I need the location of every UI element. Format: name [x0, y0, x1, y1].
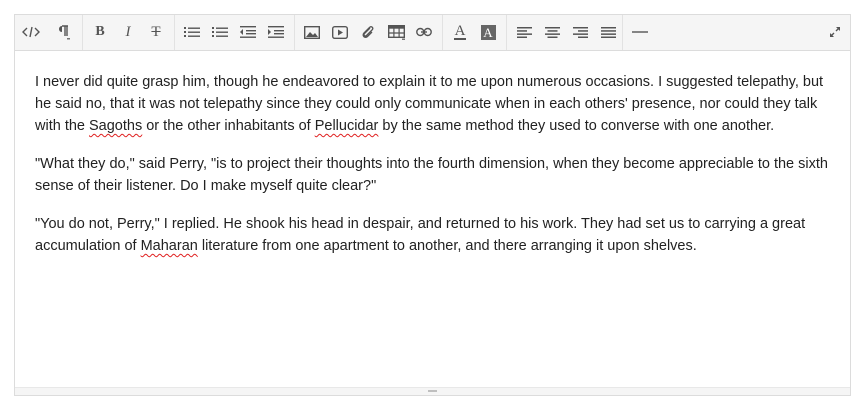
paragraph-text: by the same method they used to converse… — [378, 118, 775, 134]
text-color-icon: A — [453, 23, 467, 40]
paperclip-icon — [362, 25, 374, 38]
indent-button[interactable] — [262, 19, 290, 45]
paragraph: I never did quite grasp him, though he e… — [35, 71, 830, 137]
outdent-button[interactable] — [234, 19, 262, 45]
code-icon — [22, 26, 40, 38]
bullet-list-icon — [184, 27, 200, 37]
background-color-button[interactable]: A — [474, 19, 502, 45]
strikethrough-icon: T — [151, 23, 161, 40]
paragraph-format-button[interactable] — [49, 19, 77, 45]
misspelled-word: Pellucidar — [314, 118, 379, 134]
insert-image-button[interactable] — [298, 19, 326, 45]
resize-grip-icon[interactable] — [428, 390, 437, 392]
unordered-list-button[interactable] — [178, 19, 206, 45]
toolbar-separator — [442, 15, 443, 50]
insert-table-button[interactable] — [382, 19, 410, 45]
paragraph-text: literature from one apartment to another… — [197, 238, 697, 254]
align-left-button[interactable] — [510, 19, 538, 45]
horizontal-rule-icon — [632, 31, 648, 33]
outdent-icon — [240, 26, 256, 38]
toolbar-separator — [294, 15, 295, 50]
paragraph-text: or the other inhabitants of — [142, 118, 315, 134]
paragraph-text: "What they do," said Perry, "is to proje… — [35, 156, 828, 194]
text-color-button[interactable]: A — [446, 19, 474, 45]
numbered-list-icon — [212, 27, 228, 37]
align-right-button[interactable] — [566, 19, 594, 45]
paragraph: "You do not, Perry," I replied. He shook… — [35, 213, 830, 257]
bold-icon: B — [95, 24, 105, 39]
misspelled-word: Maharan — [140, 238, 198, 254]
italic-icon: I — [125, 23, 131, 40]
toolbar-separator — [174, 15, 175, 50]
insert-file-button[interactable] — [354, 19, 382, 45]
video-icon — [332, 25, 348, 39]
rich-text-editor: B I T A A I never did quite grasp him, t… — [14, 14, 851, 396]
code-view-button[interactable] — [17, 19, 45, 45]
align-center-button[interactable] — [538, 19, 566, 45]
bold-button[interactable]: B — [86, 19, 114, 45]
insert-video-button[interactable] — [326, 19, 354, 45]
strikethrough-button[interactable]: T — [142, 19, 170, 45]
indent-icon — [268, 26, 284, 38]
fullscreen-button[interactable] — [821, 19, 849, 45]
align-justify-button[interactable] — [594, 19, 622, 45]
paragraph: "What they do," said Perry, "is to proje… — [35, 153, 830, 197]
horizontal-rule-button[interactable] — [626, 19, 654, 45]
toolbar-separator — [82, 15, 83, 50]
editor-content[interactable]: I never did quite grasp him, though he e… — [35, 71, 830, 273]
expand-icon — [830, 27, 840, 37]
toolbar-separator — [506, 15, 507, 50]
align-right-icon — [572, 26, 588, 38]
align-center-icon — [544, 26, 560, 38]
toolbar-separator — [622, 15, 623, 50]
ordered-list-button[interactable] — [206, 19, 234, 45]
misspelled-word: Sagoths — [89, 118, 143, 134]
italic-button[interactable]: I — [114, 19, 142, 45]
align-left-icon — [516, 26, 532, 38]
paragraph-icon — [59, 25, 70, 40]
background-color-icon: A — [480, 24, 496, 40]
align-justify-icon — [600, 26, 616, 38]
link-icon — [416, 27, 432, 37]
table-icon — [387, 24, 405, 40]
insert-link-button[interactable] — [410, 19, 438, 45]
editor-toolbar: B I T A A — [15, 15, 850, 51]
resize-bar[interactable] — [15, 387, 850, 395]
image-icon — [304, 25, 320, 39]
